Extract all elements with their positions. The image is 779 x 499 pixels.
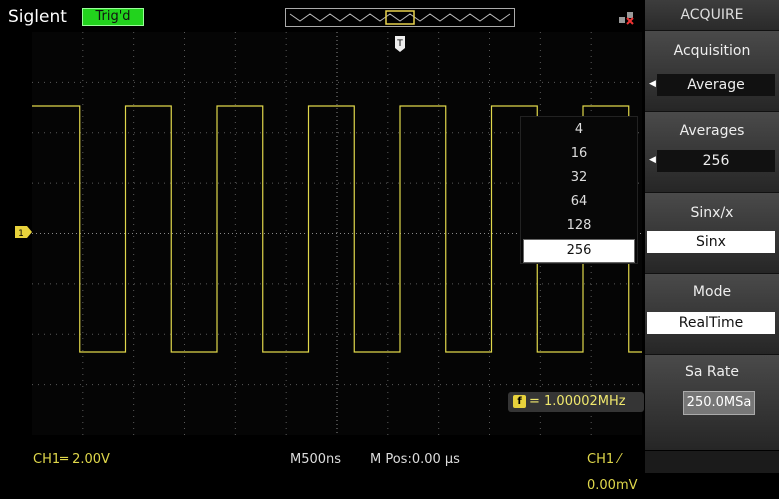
svg-text:1: 1 bbox=[18, 229, 24, 238]
trigger-status-badge: Trig'd bbox=[82, 8, 144, 26]
trigger-level-label: CH1 ⁄ 0.00mV bbox=[587, 452, 638, 493]
ch1-ground-marker-icon[interactable]: 1 bbox=[15, 226, 33, 238]
sa-rate-value: 250.0MSa bbox=[683, 391, 755, 415]
ch1-scale[interactable]: CH1═ 2.00V bbox=[33, 447, 110, 473]
status-bar: CH1═ 2.00V M500ns M Pos:0.00 µs CH1 ⁄ 0.… bbox=[0, 447, 645, 493]
memory-waveform-overview-icon bbox=[289, 10, 511, 25]
sinx-value: Sinx bbox=[647, 231, 775, 253]
averages-dropdown[interactable]: 4 16 32 64 128 256 bbox=[520, 116, 638, 264]
memory-position-bar bbox=[285, 8, 515, 27]
sa-rate-label: Sa Rate bbox=[684, 364, 740, 380]
averages-value: 256 bbox=[657, 150, 775, 172]
averages-option[interactable]: 4 bbox=[521, 119, 637, 141]
averages-option[interactable]: 128 bbox=[521, 215, 637, 237]
network-disconnected-icon bbox=[619, 12, 634, 25]
mode-softkey[interactable]: Mode RealTime bbox=[645, 273, 779, 355]
sinx-softkey[interactable]: Sinx/x Sinx bbox=[645, 192, 779, 274]
acquisition-softkey[interactable]: Acquisition ◀ Average bbox=[645, 30, 779, 112]
trigger-position-marker-icon[interactable]: T bbox=[394, 36, 406, 52]
mode-value: RealTime bbox=[647, 312, 775, 334]
acquire-menu: ACQUIRE Acquisition ◀ Average Averages ◀… bbox=[645, 0, 779, 473]
frequency-icon: f bbox=[513, 395, 526, 408]
acquisition-label: Acquisition bbox=[673, 43, 751, 59]
top-bar: Siglent Trig'd bbox=[0, 0, 645, 30]
left-arrow-icon: ◀ bbox=[649, 79, 656, 89]
menu-title: ACQUIRE bbox=[645, 0, 779, 31]
acquisition-value: Average bbox=[657, 74, 775, 96]
sa-rate-softkey[interactable]: Sa Rate 250.0MSa bbox=[645, 354, 779, 451]
averages-option-selected[interactable]: 256 bbox=[523, 239, 635, 263]
sinx-label: Sinx/x bbox=[690, 205, 734, 221]
frequency-value: = 1.00002MHz bbox=[529, 394, 626, 409]
mode-label: Mode bbox=[692, 284, 732, 300]
timebase-label: M500ns bbox=[290, 452, 342, 467]
svg-text:T: T bbox=[396, 39, 403, 49]
left-arrow-icon: ◀ bbox=[649, 155, 656, 165]
averages-option[interactable]: 64 bbox=[521, 191, 637, 213]
averages-label: Averages bbox=[679, 123, 745, 139]
averages-option[interactable]: 32 bbox=[521, 167, 637, 189]
brand-label: Siglent bbox=[8, 7, 67, 27]
averages-option[interactable]: 16 bbox=[521, 143, 637, 165]
averages-softkey[interactable]: Averages ◀ 256 bbox=[645, 111, 779, 193]
memory-position-label: M Pos:0.00 µs bbox=[370, 452, 460, 467]
frequency-readout: f = 1.00002MHz bbox=[508, 392, 644, 412]
